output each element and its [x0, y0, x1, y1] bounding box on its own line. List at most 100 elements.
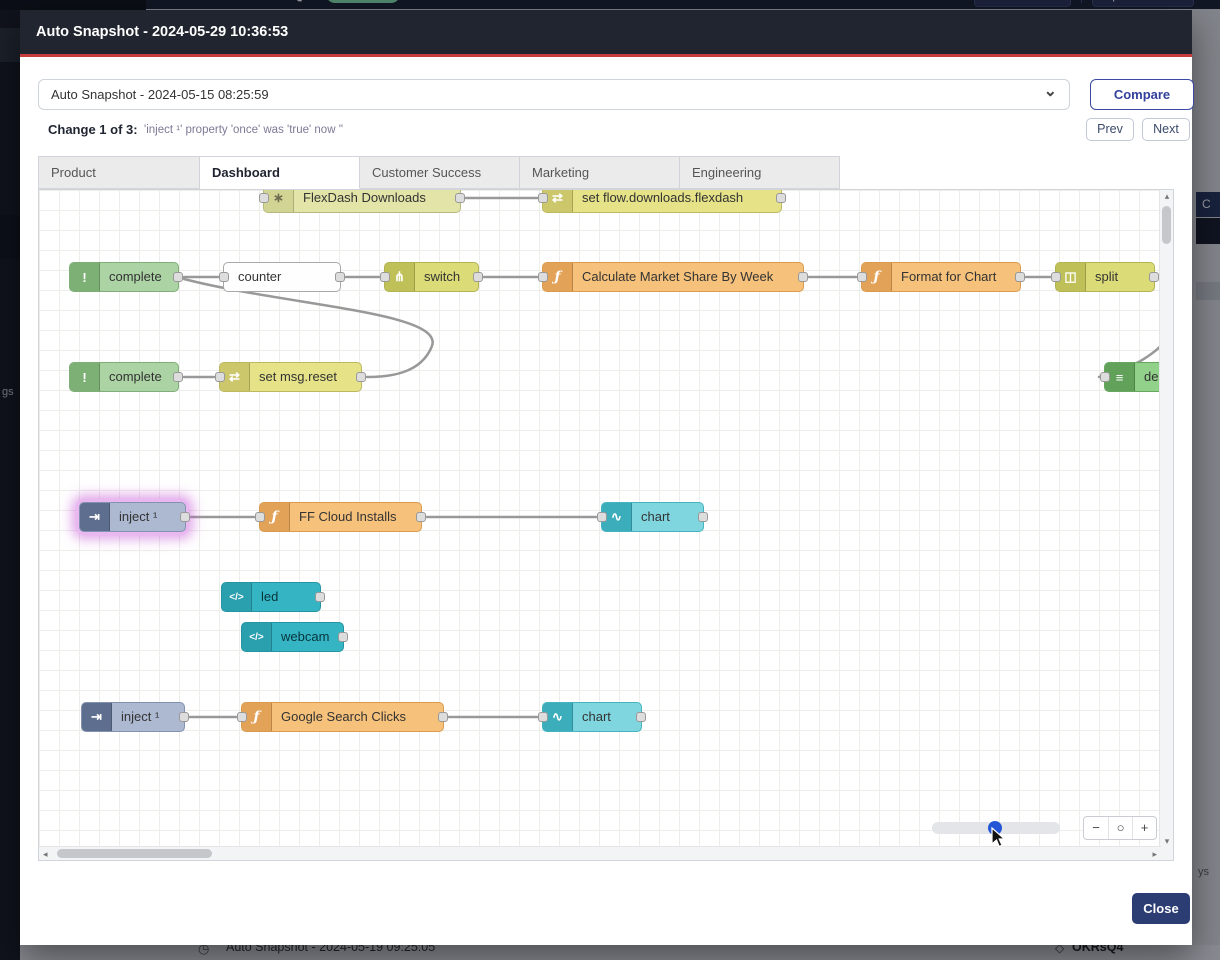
flow-area[interactable]: ∗ FlexDash Downloads ⇄ set flow.download…	[39, 190, 1160, 847]
output-port[interactable]	[636, 712, 646, 722]
change-detail: 'inject ¹' property 'once' was 'true' no…	[144, 124, 343, 136]
tab-customer-success[interactable]: Customer Success	[360, 156, 520, 189]
chevron-down-icon: ⌄	[1044, 77, 1057, 106]
output-port[interactable]	[416, 512, 426, 522]
node-label: complete	[100, 363, 172, 391]
compare-button[interactable]: Compare	[1090, 79, 1194, 110]
node-label: complete	[100, 263, 172, 291]
node-set-msg-reset[interactable]: ⇄ set msg.reset	[219, 362, 362, 392]
code-icon: </>	[222, 583, 252, 611]
inject-icon: ⇥	[82, 703, 112, 731]
node-label: FlexDash Downloads	[294, 190, 436, 212]
node-label: chart	[573, 703, 621, 731]
node-complete-1[interactable]: ! complete	[69, 262, 179, 292]
node-label: webcam	[272, 623, 339, 651]
output-port[interactable]	[798, 272, 808, 282]
input-port[interactable]	[538, 272, 548, 282]
output-port[interactable]	[335, 272, 345, 282]
close-button[interactable]: Close	[1132, 893, 1190, 924]
node-debug[interactable]: ≡ debu	[1104, 362, 1160, 392]
tab-dashboard[interactable]: Dashboard	[200, 156, 360, 189]
input-port[interactable]	[259, 193, 269, 203]
output-port[interactable]	[438, 712, 448, 722]
prev-button[interactable]: Prev	[1086, 118, 1134, 141]
input-port[interactable]	[255, 512, 265, 522]
node-label: debu	[1135, 363, 1160, 391]
output-port[interactable]	[473, 272, 483, 282]
node-switch[interactable]: ⋔ switch	[384, 262, 479, 292]
modal-title: Auto Snapshot - 2024-05-29 10:36:53	[20, 10, 1192, 54]
output-port[interactable]	[776, 193, 786, 203]
node-label: Calculate Market Share By Week	[573, 263, 783, 291]
node-format-for-chart[interactable]: ƒ Format for Chart	[861, 262, 1021, 292]
output-port[interactable]	[173, 372, 183, 382]
output-port[interactable]	[315, 592, 325, 602]
scroll-right-icon[interactable]: ▸	[1152, 847, 1157, 861]
node-label: inject ¹	[112, 703, 169, 731]
node-flexdash-downloads[interactable]: ∗ FlexDash Downloads	[263, 190, 461, 213]
scroll-down-icon[interactable]: ▾	[1160, 836, 1174, 847]
modal-header: Auto Snapshot - 2024-05-29 10:36:53	[20, 10, 1192, 57]
node-label: Format for Chart	[892, 263, 1006, 291]
node-inject-2[interactable]: ⇥ inject ¹	[81, 702, 185, 732]
output-port[interactable]	[356, 372, 366, 382]
inject-icon: ⇥	[80, 503, 110, 531]
node-counter[interactable]: counter	[223, 262, 341, 292]
input-port[interactable]	[538, 193, 548, 203]
output-port[interactable]	[1149, 272, 1159, 282]
output-port[interactable]	[698, 512, 708, 522]
code-icon: </>	[242, 623, 272, 651]
input-port[interactable]	[1051, 272, 1061, 282]
node-calculate-market-share[interactable]: ƒ Calculate Market Share By Week	[542, 262, 804, 292]
output-port[interactable]	[173, 272, 183, 282]
output-port[interactable]	[179, 712, 189, 722]
node-inject-1[interactable]: ⇥ inject ¹	[79, 502, 186, 532]
complete-icon: !	[70, 263, 100, 291]
output-port[interactable]	[180, 512, 190, 522]
input-port[interactable]	[538, 712, 548, 722]
output-port[interactable]	[338, 632, 348, 642]
zoom-reset-button[interactable]: ○	[1108, 817, 1132, 839]
next-button[interactable]: Next	[1142, 118, 1190, 141]
node-complete-2[interactable]: ! complete	[69, 362, 179, 392]
tab-product[interactable]: Product	[38, 156, 200, 189]
node-label: FF Cloud Installs	[290, 503, 407, 531]
zoom-out-button[interactable]: −	[1084, 817, 1108, 839]
node-chart-1[interactable]: ∿ chart	[601, 502, 704, 532]
zoom-button-group: − ○ +	[1083, 816, 1157, 840]
complete-icon: !	[70, 363, 100, 391]
input-port[interactable]	[237, 712, 247, 722]
snapshot-select[interactable]: Auto Snapshot - 2024-05-15 08:25:59 ⌄	[38, 79, 1070, 110]
horizontal-scrollbar[interactable]: ◂ ▸	[39, 846, 1161, 860]
node-ff-cloud-installs[interactable]: ƒ FF Cloud Installs	[259, 502, 422, 532]
tab-marketing[interactable]: Marketing	[520, 156, 680, 189]
horizontal-scrollbar-thumb[interactable]	[57, 849, 212, 858]
input-port[interactable]	[857, 272, 867, 282]
input-port[interactable]	[215, 372, 225, 382]
node-led[interactable]: </> led	[221, 582, 321, 612]
output-port[interactable]	[455, 193, 465, 203]
node-webcam[interactable]: </> webcam	[241, 622, 344, 652]
node-label: chart	[632, 503, 680, 531]
input-port[interactable]	[597, 512, 607, 522]
node-chart-2[interactable]: ∿ chart	[542, 702, 642, 732]
vertical-scrollbar-thumb[interactable]	[1162, 206, 1171, 244]
input-port[interactable]	[1100, 372, 1110, 382]
scrollbar-corner	[1159, 846, 1173, 860]
output-port[interactable]	[1015, 272, 1025, 282]
snapshot-compare-modal: Auto Snapshot - 2024-05-29 10:36:53 Auto…	[20, 10, 1192, 945]
node-label: switch	[415, 263, 470, 291]
node-label: inject ¹	[110, 503, 167, 531]
node-split[interactable]: ◫ split	[1055, 262, 1155, 292]
scroll-left-icon[interactable]: ◂	[43, 847, 48, 861]
tab-engineering[interactable]: Engineering	[680, 156, 840, 189]
node-google-search-clicks[interactable]: ƒ Google Search Clicks	[241, 702, 444, 732]
zoom-in-button[interactable]: +	[1132, 817, 1156, 839]
node-set-flow-downloads-flexdash[interactable]: ⇄ set flow.downloads.flexdash	[542, 190, 782, 213]
input-port[interactable]	[219, 272, 229, 282]
flow-canvas: ∗ FlexDash Downloads ⇄ set flow.download…	[38, 189, 1174, 861]
scroll-up-icon[interactable]: ▴	[1160, 191, 1174, 202]
node-label: set flow.downloads.flexdash	[573, 190, 753, 212]
vertical-scrollbar[interactable]: ▴ ▾	[1159, 190, 1173, 848]
input-port[interactable]	[380, 272, 390, 282]
